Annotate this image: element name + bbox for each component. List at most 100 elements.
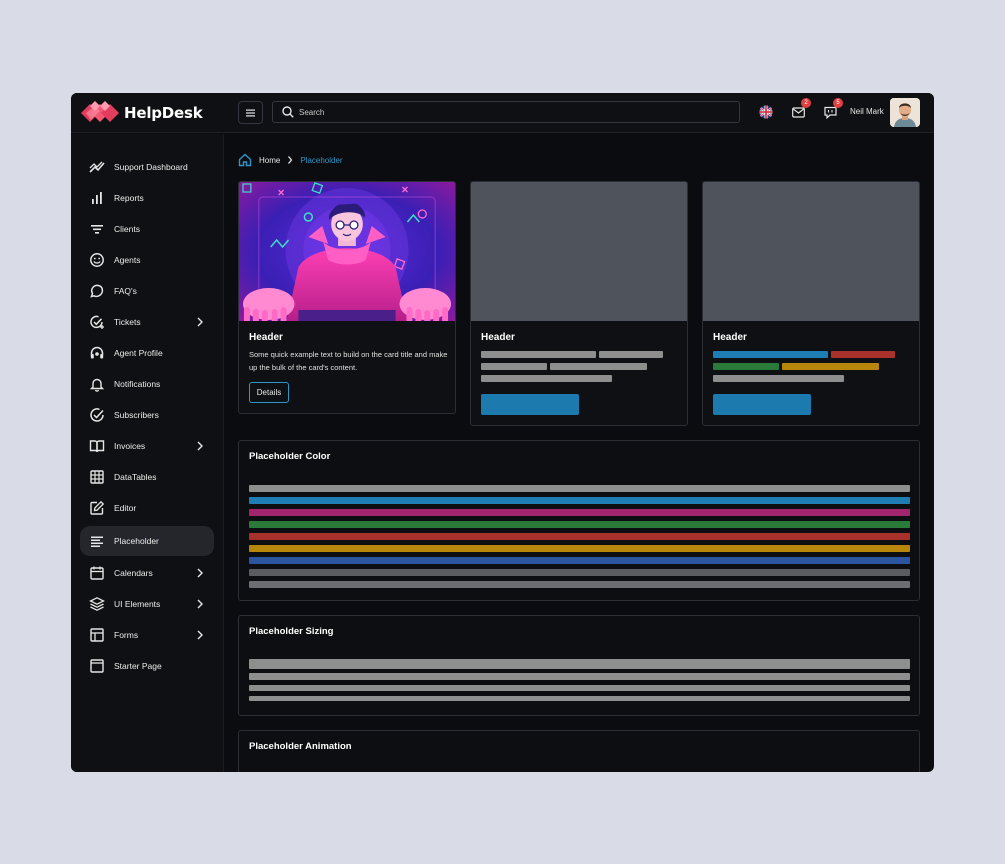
app-window: HelpDesk Search 2 5 Neil Mark Support Da… bbox=[71, 93, 934, 772]
brand[interactable]: HelpDesk bbox=[81, 100, 211, 126]
sidebar-item-label: Calendars bbox=[114, 568, 153, 578]
sidebar-item-faqs[interactable]: FAQ's bbox=[80, 276, 214, 306]
top-bar: HelpDesk Search 2 5 Neil Mark bbox=[71, 93, 934, 133]
sidebar-item-tickets[interactable]: Tickets bbox=[80, 307, 214, 337]
placeholder-button bbox=[481, 394, 579, 415]
card-title: Header bbox=[481, 332, 515, 343]
chevron-right-icon bbox=[197, 568, 203, 578]
sidebar-item-forms[interactable]: Forms bbox=[80, 620, 214, 650]
sidebar-item-label: Clients bbox=[114, 224, 140, 234]
breadcrumb-current: Placeholder bbox=[300, 155, 343, 165]
smile-icon bbox=[90, 253, 104, 267]
chat-button[interactable]: 5 bbox=[821, 98, 843, 121]
layout-icon bbox=[90, 628, 104, 642]
placeholder-line bbox=[481, 351, 596, 358]
uk-flag-icon bbox=[759, 105, 773, 119]
section-title: Placeholder Color bbox=[249, 451, 331, 462]
sidebar-item-calendars[interactable]: Calendars bbox=[80, 558, 214, 588]
card-text: Some quick example text to build on the … bbox=[249, 350, 448, 372]
sidebar-item-placeholder[interactable]: Placeholder bbox=[80, 526, 214, 556]
sidebar-item-label: Invoices bbox=[114, 441, 146, 451]
placeholder-bar-info bbox=[249, 557, 910, 564]
sidebar-item-label: Notifications bbox=[114, 379, 161, 389]
placeholder-line bbox=[481, 375, 612, 382]
sidebar-item-agent-profile[interactable]: Agent Profile bbox=[80, 338, 214, 368]
placeholder-line bbox=[713, 375, 844, 382]
placeholder-line bbox=[550, 363, 647, 370]
sidebar-item-ui-elements[interactable]: UI Elements bbox=[80, 589, 214, 619]
placeholder-animation-section: Placeholder Animation bbox=[238, 730, 920, 772]
brand-name: HelpDesk bbox=[124, 104, 203, 122]
card-title: Header bbox=[713, 332, 747, 343]
hamburger-icon bbox=[246, 109, 255, 116]
home-icon[interactable] bbox=[238, 153, 252, 167]
language-flag-button[interactable] bbox=[757, 103, 775, 121]
sidebar-item-support-dashboard[interactable]: Support Dashboard bbox=[80, 152, 214, 182]
sidebar-item-starter-page[interactable]: Starter Page bbox=[80, 651, 214, 681]
card-image-placeholder bbox=[703, 182, 919, 321]
trending-icon bbox=[89, 161, 105, 173]
user-avatar-icon bbox=[890, 98, 920, 127]
sidebar-item-agents[interactable]: Agents bbox=[80, 245, 214, 275]
sidebar-item-label: Forms bbox=[114, 630, 139, 640]
sidebar-item-subscribers[interactable]: Subscribers bbox=[80, 400, 214, 430]
user-name[interactable]: Neil Mark bbox=[850, 107, 884, 116]
helpdesk-logo-icon bbox=[81, 101, 119, 122]
chat-badge: 5 bbox=[833, 98, 843, 108]
chevron-right-icon bbox=[197, 441, 203, 451]
placeholder-bar-success bbox=[249, 521, 910, 528]
placeholder-card: Header bbox=[470, 181, 688, 426]
sidebar-item-label: Reports bbox=[114, 193, 144, 203]
chevron-right-icon bbox=[197, 317, 203, 327]
sidebar-item-invoices[interactable]: Invoices bbox=[80, 431, 214, 461]
avatar[interactable] bbox=[890, 98, 920, 127]
sidebar-item-reports[interactable]: Reports bbox=[80, 183, 214, 213]
placeholder-bar-danger bbox=[249, 533, 910, 540]
breadcrumb-home[interactable]: Home bbox=[259, 156, 280, 165]
placeholder-bar-primary bbox=[249, 497, 910, 504]
chevron-right-icon bbox=[197, 599, 203, 609]
sidebar-item-editor[interactable]: Editor bbox=[80, 493, 214, 523]
sidebar-item-label: Subscribers bbox=[114, 410, 159, 420]
align-left-icon bbox=[91, 536, 103, 547]
search-icon bbox=[282, 106, 294, 118]
sidebar-item-label: Agents bbox=[114, 255, 141, 265]
placeholder-bar-dark bbox=[249, 569, 910, 576]
chevron-right-icon bbox=[197, 630, 203, 640]
page-icon bbox=[90, 659, 104, 673]
sidebar-item-notifications[interactable]: Notifications bbox=[80, 369, 214, 399]
sidebar: Support Dashboard Reports Clients Agents… bbox=[71, 134, 224, 772]
placeholder-bar-light bbox=[249, 581, 910, 588]
check-circle-plus-icon bbox=[90, 315, 104, 329]
sidebar-item-label: Placeholder bbox=[114, 536, 159, 546]
card-image-placeholder bbox=[471, 182, 687, 321]
details-button[interactable]: Details bbox=[249, 382, 289, 403]
section-title: Placeholder Sizing bbox=[249, 626, 334, 637]
placeholder-sizing-section: Placeholder Sizing bbox=[238, 615, 920, 716]
edit-icon bbox=[90, 500, 105, 515]
sidebar-item-label: DataTables bbox=[114, 472, 157, 482]
sidebar-item-label: Tickets bbox=[114, 317, 141, 327]
placeholder-bar-xs bbox=[249, 696, 910, 701]
grid-icon bbox=[90, 470, 104, 484]
placeholder-line-primary bbox=[713, 351, 828, 358]
sidebar-item-datatables[interactable]: DataTables bbox=[80, 462, 214, 492]
bar-chart-icon bbox=[92, 192, 102, 204]
placeholder-bar-lg bbox=[249, 659, 910, 669]
bell-icon bbox=[89, 378, 105, 392]
mail-icon bbox=[791, 106, 805, 118]
placeholder-line bbox=[481, 363, 547, 370]
placeholder-color-section: Placeholder Color bbox=[238, 440, 920, 601]
sidebar-item-clients[interactable]: Clients bbox=[80, 214, 214, 244]
search-placeholder: Search bbox=[299, 107, 325, 117]
mail-button[interactable]: 2 bbox=[789, 98, 811, 121]
breadcrumb: Home Placeholder bbox=[238, 152, 343, 168]
main-content: Home Placeholder Header Some quick examp… bbox=[225, 134, 934, 772]
search-input[interactable]: Search bbox=[272, 101, 740, 123]
sidebar-item-label: Starter Page bbox=[114, 661, 162, 671]
menu-toggle-button[interactable] bbox=[238, 101, 263, 124]
placeholder-bar-warning bbox=[249, 545, 910, 552]
calendar-icon bbox=[90, 566, 104, 580]
chevron-right-icon bbox=[288, 156, 293, 164]
sidebar-item-label: Support Dashboard bbox=[114, 162, 188, 172]
